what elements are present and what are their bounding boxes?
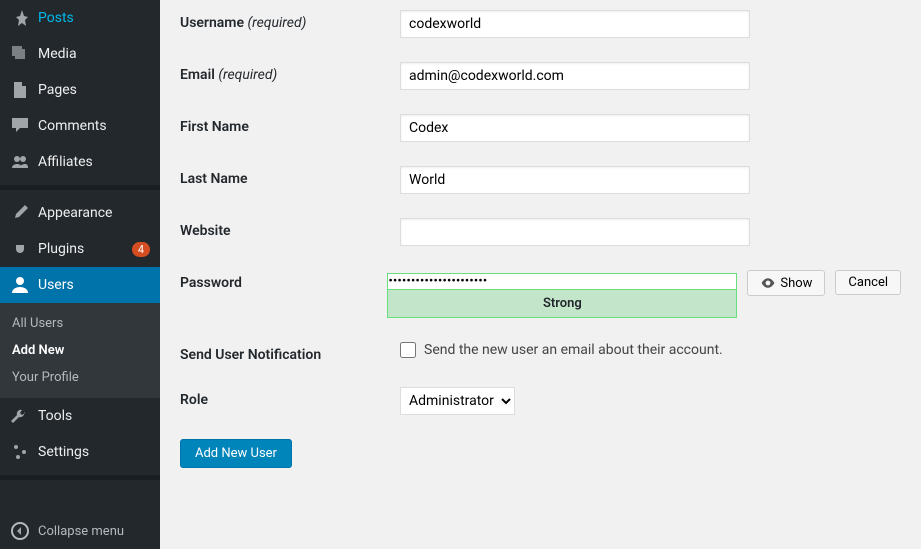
role-select[interactable]: Administrator: [400, 387, 515, 415]
sidebar-item-users[interactable]: Users: [0, 267, 160, 303]
menu-label: Media: [38, 46, 150, 62]
submenu-item-all-users[interactable]: All Users: [0, 310, 160, 337]
wrench-icon: [10, 406, 30, 426]
menu-label: Users: [38, 277, 150, 293]
media-icon: [10, 44, 30, 64]
role-label: Role: [180, 387, 400, 408]
show-password-button[interactable]: Show: [747, 270, 825, 296]
email-input[interactable]: [400, 62, 750, 90]
sidebar-item-posts[interactable]: Posts: [0, 0, 160, 36]
sidebar-item-pages[interactable]: Pages: [0, 72, 160, 108]
password-input[interactable]: [387, 273, 737, 290]
brush-icon: [10, 203, 30, 223]
submenu: All UsersAdd NewYour Profile: [0, 303, 160, 398]
menu-separator: [0, 475, 160, 480]
menu-label: Comments: [38, 118, 150, 134]
sidebar-item-settings[interactable]: Settings: [0, 434, 160, 470]
firstname-input[interactable]: [400, 114, 750, 142]
submenu-item-your-profile[interactable]: Your Profile: [0, 364, 160, 391]
sidebar-item-affiliates[interactable]: Affiliates: [0, 144, 160, 180]
sidebar-item-media[interactable]: Media: [0, 36, 160, 72]
user-icon: [10, 275, 30, 295]
main-content: Username (required) Email (required) Fir…: [160, 0, 921, 549]
menu-label: Affiliates: [38, 154, 150, 170]
notification-text: Send the new user an email about their a…: [424, 342, 723, 358]
submenu-item-add-new[interactable]: Add New: [0, 337, 160, 364]
pin-icon: [10, 8, 30, 28]
admin-sidebar: Posts Media Pages Comments Affiliates Appear…: [0, 0, 160, 549]
menu-separator: [0, 185, 160, 190]
username-input[interactable]: [400, 10, 750, 38]
firstname-label: First Name: [180, 114, 400, 135]
collapse-icon: [10, 521, 30, 541]
add-new-user-button[interactable]: Add New User: [180, 439, 292, 468]
lastname-label: Last Name: [180, 166, 400, 187]
update-badge: 4: [132, 242, 150, 257]
website-label: Website: [180, 218, 400, 239]
menu-label: Pages: [38, 82, 150, 98]
group-icon: [10, 152, 30, 172]
lastname-input[interactable]: [400, 166, 750, 194]
eye-icon: [760, 275, 776, 291]
email-label: Email (required): [180, 62, 400, 83]
page-icon: [10, 80, 30, 100]
cancel-password-button[interactable]: Cancel: [835, 270, 901, 295]
sidebar-item-plugins[interactable]: Plugins 4: [0, 231, 160, 267]
menu-label: Tools: [38, 408, 150, 424]
menu-label: Appearance: [38, 205, 150, 221]
website-input[interactable]: [400, 218, 750, 246]
plug-icon: [10, 239, 30, 259]
comment-icon: [10, 116, 30, 136]
collapse-label: Collapse menu: [38, 524, 124, 539]
menu-label: Posts: [38, 10, 150, 26]
password-label: Password: [180, 270, 387, 291]
collapse-menu[interactable]: Collapse menu: [0, 513, 160, 549]
sliders-icon: [10, 442, 30, 462]
notification-label: Send User Notification: [180, 342, 400, 363]
sidebar-item-comments[interactable]: Comments: [0, 108, 160, 144]
menu-label: Plugins: [38, 241, 128, 257]
notification-checkbox[interactable]: [400, 342, 416, 358]
sidebar-item-appearance[interactable]: Appearance: [0, 195, 160, 231]
password-strength: Strong: [387, 290, 737, 318]
sidebar-item-tools[interactable]: Tools: [0, 398, 160, 434]
username-label: Username (required): [180, 10, 400, 31]
menu-label: Settings: [38, 444, 150, 460]
